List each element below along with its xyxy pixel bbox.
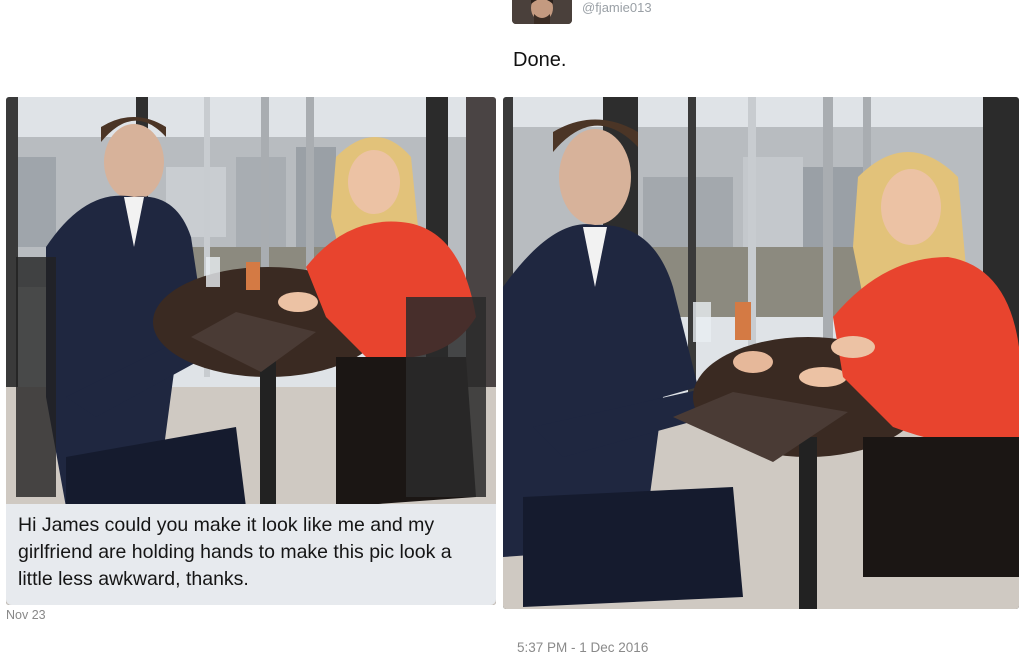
reply-text: Done. bbox=[513, 49, 567, 71]
message-bubble: Hi James could you make it look like me … bbox=[6, 504, 496, 605]
avatar[interactable] bbox=[512, 0, 572, 24]
edited-photo[interactable] bbox=[503, 97, 1019, 609]
reply-timestamp: 5:37 PM - 1 Dec 2016 bbox=[517, 640, 649, 655]
message-text: Hi James could you make it look like me … bbox=[18, 514, 452, 590]
reply-username[interactable]: @fjamie013 bbox=[582, 0, 652, 15]
message-date: Nov 23 bbox=[6, 608, 46, 622]
